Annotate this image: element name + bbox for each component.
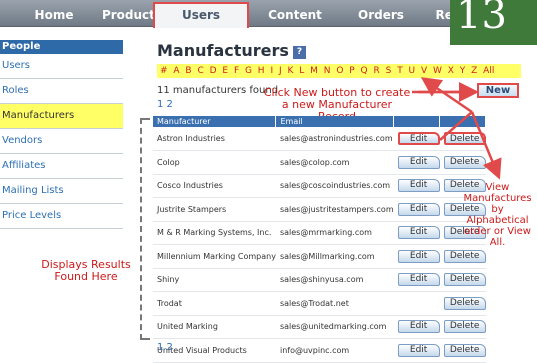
arrow-to-view-note <box>470 111 502 180</box>
arrow-to-edit-delete <box>439 111 473 141</box>
arrow-to-alphabet <box>420 77 473 114</box>
annotation-arrows <box>412 77 502 180</box>
